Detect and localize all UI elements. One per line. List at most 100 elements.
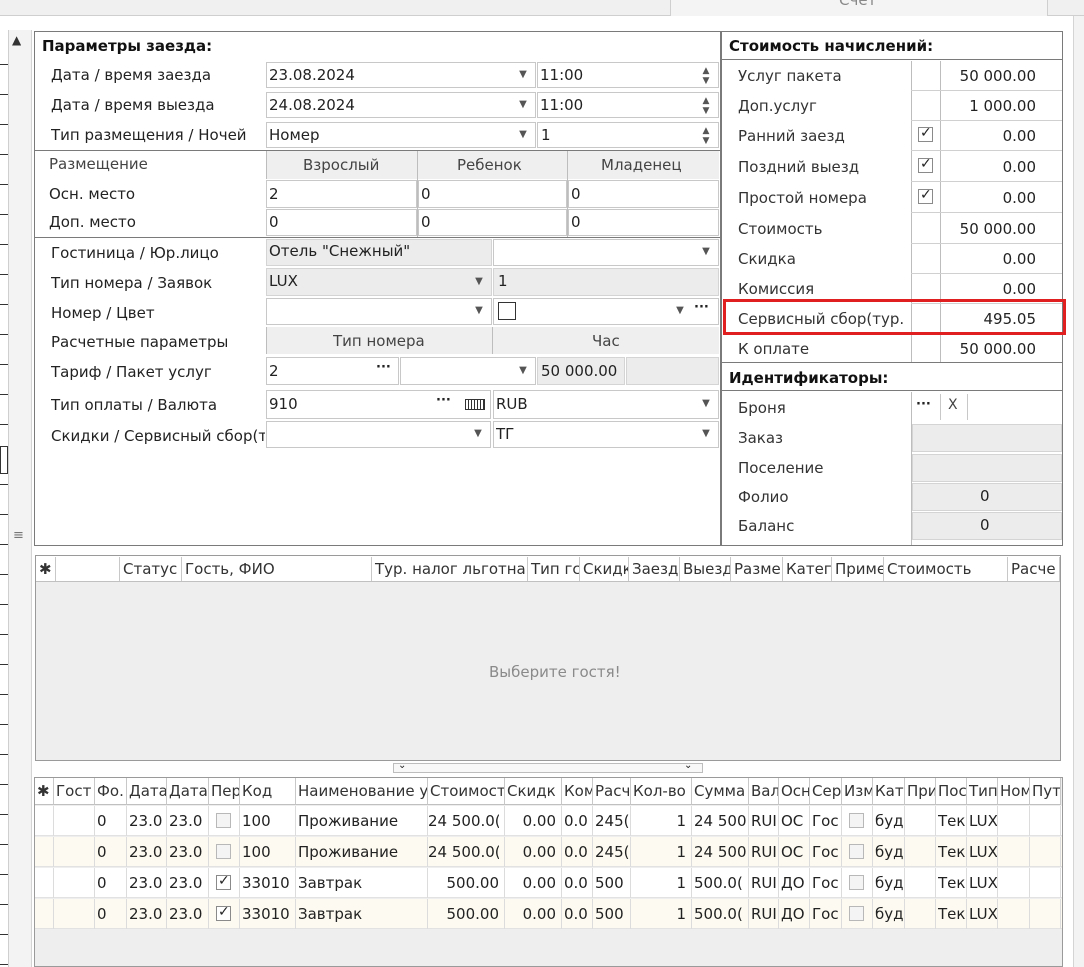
chevron-down-icon[interactable]: ▼ — [513, 94, 533, 116]
service-column-header[interactable]: При — [905, 778, 936, 805]
service-column-header[interactable]: Кат — [873, 778, 905, 805]
left-list-strip[interactable] — [0, 30, 9, 967]
tariff-input[interactable]: 2 ··· — [266, 357, 399, 385]
clear-button[interactable]: X — [940, 394, 968, 420]
service-column-header[interactable]: Стоимост — [428, 778, 505, 805]
extra-infant-input[interactable]: 0 — [568, 209, 719, 236]
chevron-down-icon[interactable]: ▼ — [513, 124, 533, 146]
extra-child-input[interactable]: 0 — [418, 209, 567, 236]
guest-column-header[interactable]: Разме — [731, 557, 783, 581]
splitter[interactable]: ⌄ ⌄ — [393, 760, 703, 773]
placement-type-select[interactable]: Номер ▼ — [266, 122, 536, 148]
checkbox[interactable] — [918, 187, 933, 204]
ellipsis-icon[interactable]: ··· — [694, 300, 709, 315]
guest-column-header[interactable]: Выезд — [680, 557, 731, 581]
extra-adult-input[interactable]: 0 — [266, 209, 417, 236]
service-column-header[interactable]: Сумма — [692, 778, 749, 805]
service-column-header[interactable]: Гост — [54, 778, 95, 805]
main-infant-input[interactable]: 0 — [568, 180, 719, 208]
service-column-header[interactable]: Пер — [209, 778, 240, 805]
service-column-header[interactable]: Дата — [167, 778, 209, 805]
payment-type-input[interactable]: 910 ··· — [266, 390, 491, 419]
service-column-header[interactable]: Тип — [967, 778, 998, 805]
list-row-selected[interactable] — [0, 446, 8, 474]
roomtype-select[interactable]: LUX ▼ — [266, 268, 492, 296]
checkin-date-input[interactable]: 23.08.2024 ▼ — [266, 62, 536, 88]
service-column-header[interactable]: Ком — [562, 778, 593, 805]
row-checkbox[interactable] — [216, 904, 231, 921]
service-column-header[interactable]: Фо. — [95, 778, 127, 805]
main-child-input[interactable]: 0 — [418, 180, 567, 208]
guest-column-header[interactable]: Тур. налог льготна — [372, 557, 528, 581]
spin-updown-icon[interactable]: ▲ ▼ — [696, 66, 716, 86]
guest-column-header[interactable]: Катег — [783, 557, 832, 581]
ellipsis-icon[interactable]: ··· — [916, 397, 931, 412]
discount-select[interactable]: ▼ — [266, 421, 491, 448]
nights-input[interactable]: 1 ▲ ▼ — [537, 122, 719, 148]
guest-column-header[interactable]: Расче — [1008, 557, 1060, 581]
room-select[interactable]: ▼ — [266, 298, 492, 325]
service-column-header[interactable]: Скидк — [505, 778, 562, 805]
service-column-header[interactable]: Ном — [998, 778, 1030, 805]
service-fee-select[interactable]: ТГ ▼ — [493, 421, 719, 448]
row-checkbox[interactable] — [216, 873, 231, 890]
main-adult-input[interactable]: 2 — [266, 180, 417, 208]
checkbox[interactable] — [918, 156, 933, 173]
chevron-down-icon[interactable]: ▼ — [469, 300, 489, 322]
service-column-header[interactable]: Наименование у — [296, 778, 428, 805]
entity-select[interactable]: ▼ — [493, 239, 719, 266]
package-select[interactable]: ▼ — [400, 357, 536, 385]
service-column-header[interactable]: Расч — [593, 778, 631, 805]
keyboard-icon[interactable] — [465, 399, 485, 410]
row-checkbox[interactable] — [216, 844, 231, 859]
left-scrollbar[interactable]: ▲ ≡ — [9, 30, 32, 967]
row-checkbox[interactable] — [849, 844, 864, 859]
service-column-header[interactable]: Вал — [749, 778, 779, 805]
guest-column-header[interactable]: Тип гс — [528, 557, 580, 581]
currency-select[interactable]: RUB ▼ — [493, 390, 719, 419]
chevron-down-icon[interactable]: ▼ — [468, 423, 488, 445]
chevron-down-icon[interactable]: ▼ — [696, 393, 716, 415]
checkout-date-input[interactable]: 24.08.2024 ▼ — [266, 92, 536, 118]
chevron-down-icon[interactable]: ▼ — [513, 360, 533, 382]
guest-column-header[interactable] — [56, 557, 120, 581]
checkbox[interactable] — [918, 125, 933, 142]
guest-column-header[interactable]: Скидк — [580, 557, 629, 581]
tab-invoice[interactable]: Счет — [670, 0, 1048, 16]
grip-icon[interactable]: ≡ — [13, 528, 24, 543]
chevron-down-icon[interactable]: ▼ — [696, 241, 716, 263]
chevron-down-icon[interactable]: ▼ — [513, 64, 533, 86]
scroll-up-icon[interactable]: ▲ — [12, 33, 21, 47]
service-column-header[interactable]: Кол-во — [631, 778, 692, 805]
service-column-header[interactable]: Осн — [779, 778, 810, 805]
chevron-down-icon[interactable]: ▼ — [469, 271, 489, 293]
guest-column-header[interactable]: Приме — [832, 557, 884, 581]
color-select[interactable]: ▼ ··· — [493, 298, 719, 325]
row-checkbox[interactable] — [849, 875, 864, 890]
row-checkbox[interactable] — [849, 906, 864, 921]
chevron-down-icon[interactable]: ▼ — [670, 300, 690, 322]
ellipsis-icon[interactable]: ··· — [376, 360, 391, 375]
spin-updown-icon[interactable]: ▲ ▼ — [696, 126, 716, 146]
service-column-header[interactable]: Сер — [810, 778, 842, 805]
guest-column-header[interactable]: Статус — [120, 557, 182, 581]
service-column-header[interactable]: Код — [240, 778, 296, 805]
row-checkbox[interactable] — [849, 813, 864, 828]
guest-column-header[interactable]: Гость, ФИО — [182, 557, 372, 581]
guest-column-header[interactable]: Стоимость — [884, 557, 1008, 581]
service-column-header[interactable]: Пос — [936, 778, 967, 805]
spin-updown-icon[interactable]: ▲ ▼ — [696, 96, 716, 116]
row-checkbox[interactable] — [216, 813, 231, 828]
guest-column-header[interactable]: ✱ — [36, 557, 56, 581]
service-column-header[interactable]: ✱ — [35, 778, 54, 805]
ellipsis-icon[interactable]: ··· — [436, 393, 451, 408]
chevron-down-icon[interactable]: ⌄ — [398, 760, 406, 771]
chevron-down-icon[interactable]: ▼ — [696, 423, 716, 445]
service-column-header[interactable]: Изм — [842, 778, 873, 805]
service-column-header[interactable]: Пут — [1030, 778, 1061, 805]
checkin-time-input[interactable]: 11:00 ▲ ▼ — [537, 62, 719, 88]
service-column-header[interactable]: Дата — [127, 778, 167, 805]
chevron-down-icon[interactable]: ⌄ — [684, 760, 692, 771]
color-swatch[interactable] — [498, 302, 516, 320]
guest-column-header[interactable]: Заезд — [629, 557, 680, 581]
